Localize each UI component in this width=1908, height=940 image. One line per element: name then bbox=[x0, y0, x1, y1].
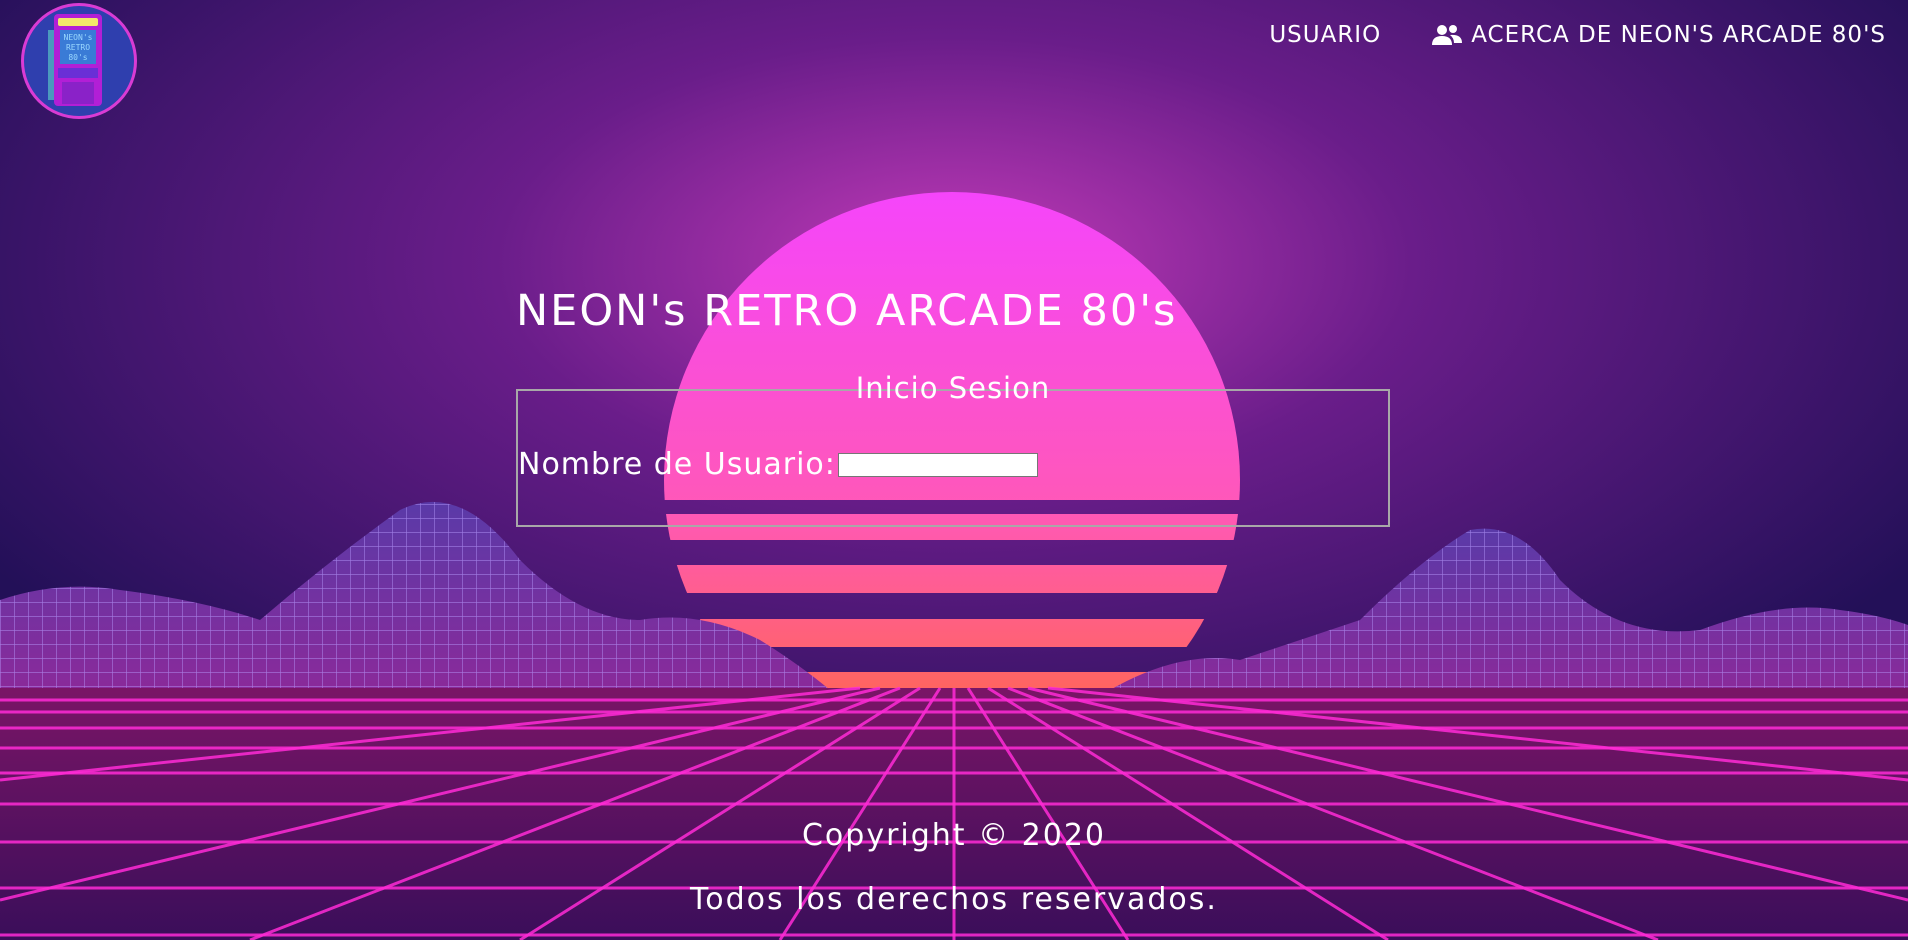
svg-text:NEON's: NEON's bbox=[64, 33, 93, 42]
rights-text: Todos los derechos reservados. bbox=[690, 882, 1218, 917]
svg-text:80's: 80's bbox=[68, 53, 87, 62]
svg-text:RETRO: RETRO bbox=[66, 43, 90, 52]
arcade-cabinet-icon: NEON's RETRO 80's bbox=[48, 14, 102, 106]
username-row: Nombre de Usuario: bbox=[518, 447, 1038, 482]
nav-about-label: ACERCA DE NEON'S ARCADE 80'S bbox=[1471, 22, 1886, 48]
page-title: NEON's RETRO ARCADE 80's bbox=[516, 286, 1178, 336]
nav-usuario-label: USUARIO bbox=[1269, 22, 1382, 48]
arcade-logo[interactable]: NEON's RETRO 80's bbox=[21, 3, 137, 119]
login-legend-text: Inicio Sesion bbox=[855, 371, 1051, 405]
users-icon bbox=[1432, 25, 1463, 45]
nav-usuario-link[interactable]: USUARIO bbox=[1269, 22, 1381, 48]
login-fieldset: Inicio Sesion Nombre de Usuario: bbox=[516, 371, 1390, 527]
nav-about-link[interactable]: ACERCA DE NEON'S ARCADE 80'S bbox=[1431, 22, 1886, 48]
copyright-text: Copyright © 2020 bbox=[801, 818, 1106, 853]
top-nav: USUARIO ACERCA DE NEON'S ARCADE 80'S bbox=[1269, 22, 1886, 48]
login-legend: Inicio Sesion bbox=[518, 371, 1388, 405]
username-input[interactable] bbox=[837, 452, 1038, 477]
username-label: Nombre de Usuario: bbox=[518, 447, 836, 482]
